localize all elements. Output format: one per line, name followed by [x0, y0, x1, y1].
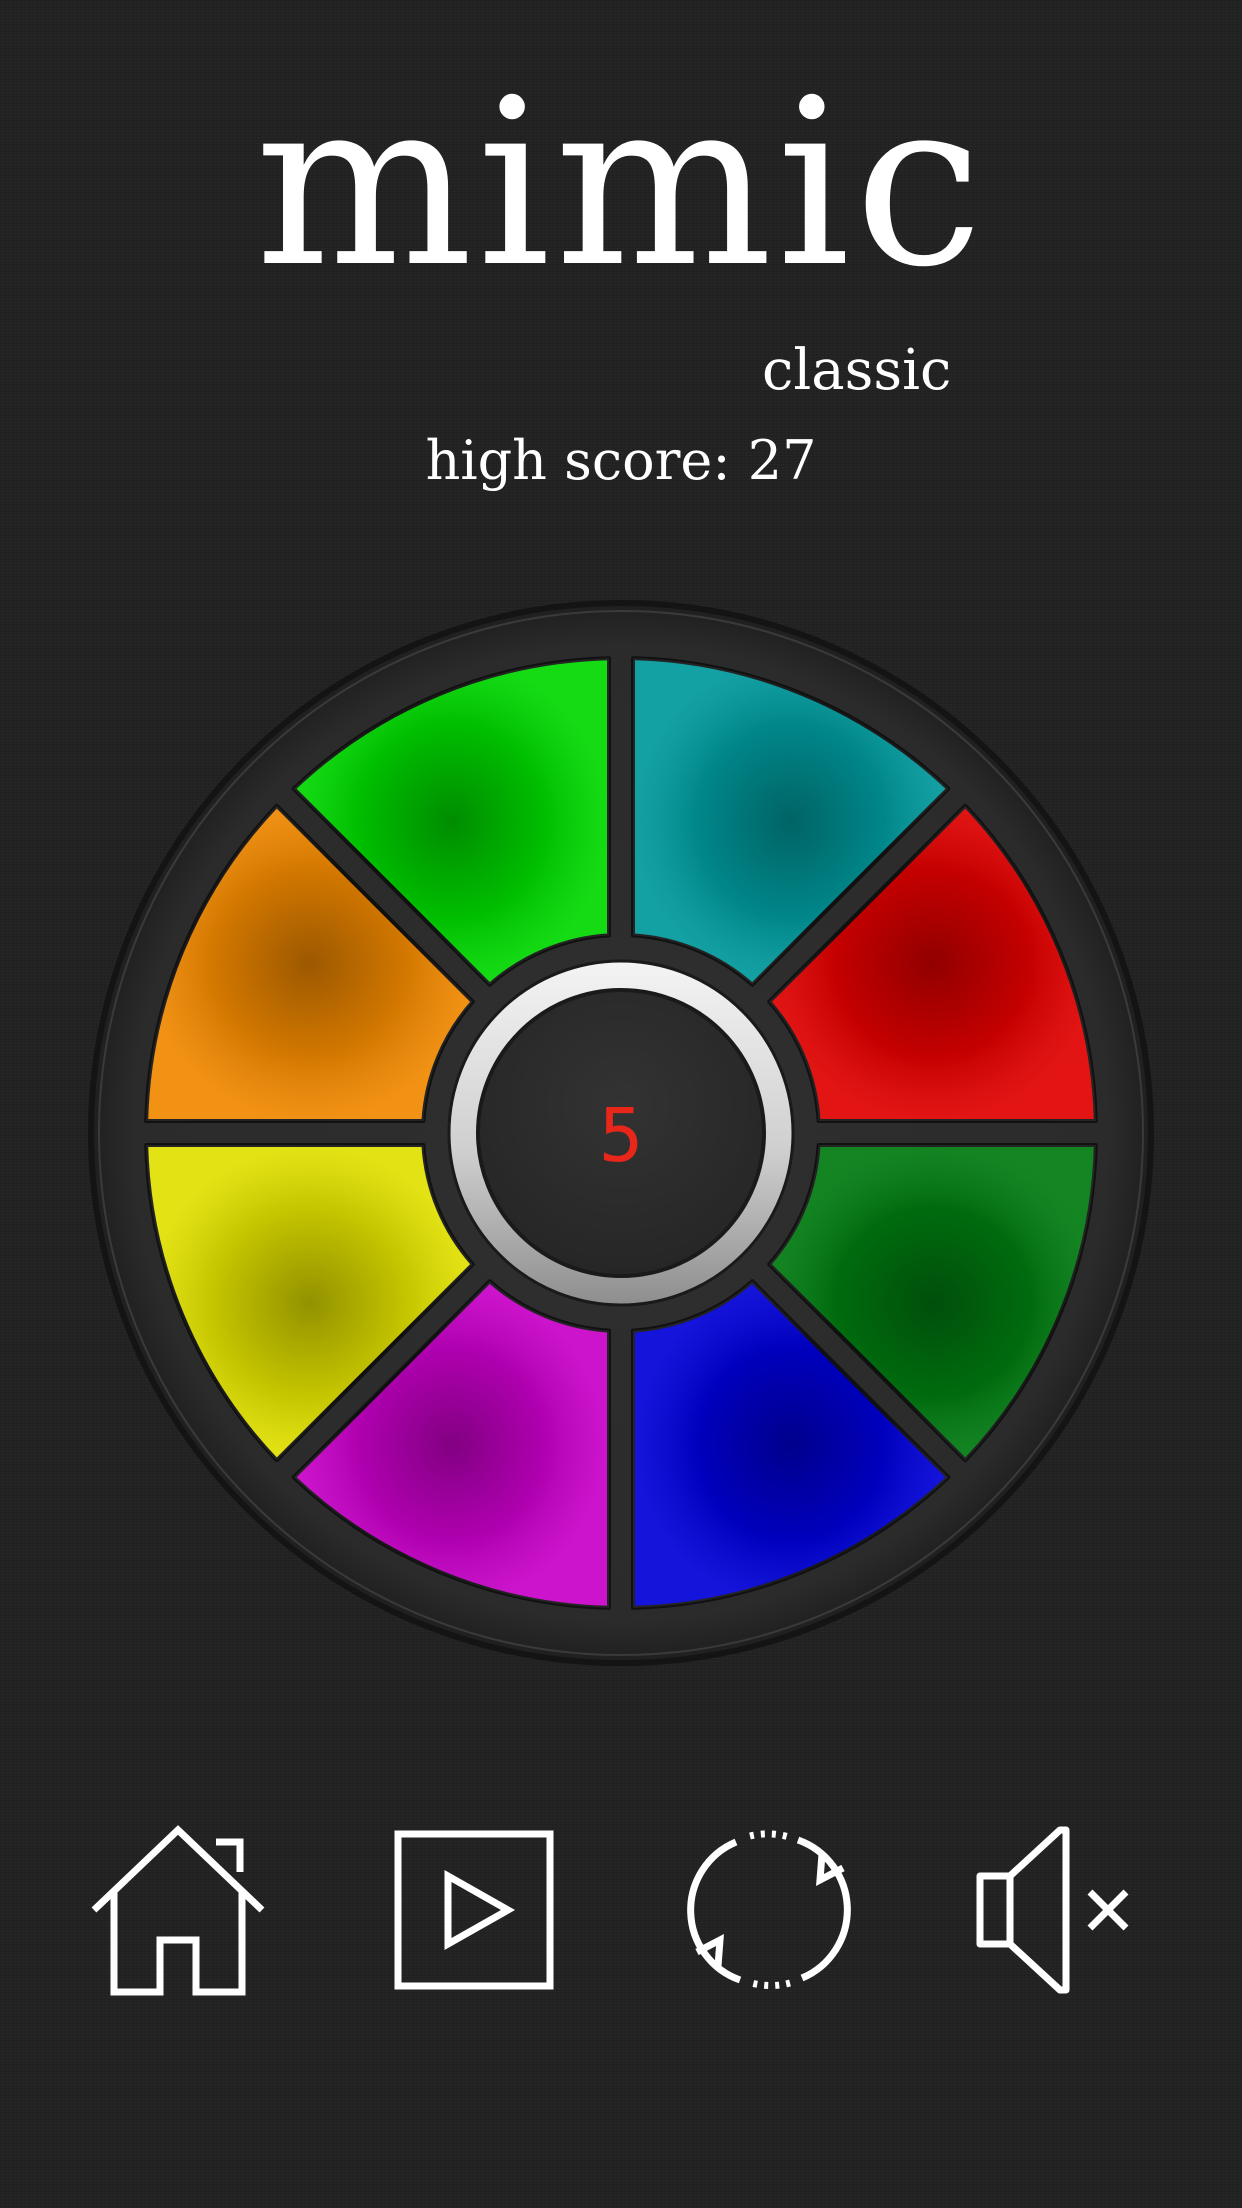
play-icon	[394, 1830, 554, 1990]
round-counter: 5	[598, 1093, 644, 1179]
home-button[interactable]	[88, 1820, 268, 2000]
play-button[interactable]	[384, 1820, 564, 2000]
restart-icon	[687, 1830, 851, 1990]
mute-icon	[976, 1826, 1129, 1994]
bottom-toolbar	[0, 1820, 1242, 2000]
mute-button[interactable]	[976, 1820, 1156, 2000]
home-icon	[91, 1825, 265, 1996]
restart-button[interactable]	[680, 1820, 860, 2000]
